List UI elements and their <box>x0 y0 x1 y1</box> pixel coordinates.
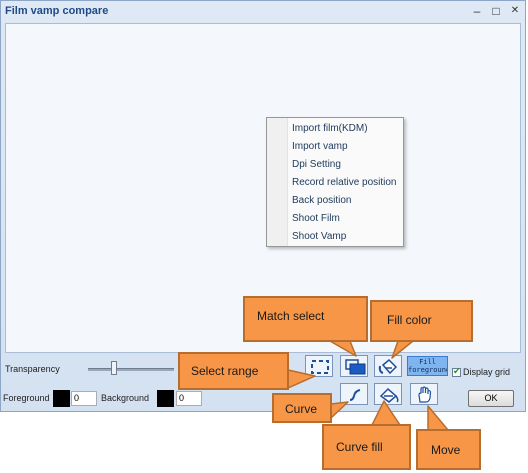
close-button[interactable]: ✕ <box>507 4 523 18</box>
select-range-callout: Select range <box>178 352 289 390</box>
overlapping-rectangles-icon <box>345 359 366 375</box>
curve-fill-callout-text: Curve fill <box>336 440 383 454</box>
context-menu-gutter <box>267 118 288 246</box>
foreground-value-field[interactable]: 0 <box>71 391 97 406</box>
checkmark-icon: ✔ <box>453 366 461 376</box>
match-select-callout-text: Match select <box>257 309 325 323</box>
match-select-button[interactable] <box>340 355 368 377</box>
menu-item-import-film[interactable]: Import film(KDM) <box>292 120 368 138</box>
curve-fill-icon <box>379 387 399 403</box>
fill-color-button[interactable] <box>374 355 402 377</box>
transparency-label: Transparency <box>5 364 60 374</box>
curve-callout-text: Curve <box>285 402 318 416</box>
foreground-label: Foreground <box>3 393 50 403</box>
dashed-rectangle-icon <box>311 360 329 374</box>
curve-fill-button[interactable] <box>374 383 402 405</box>
menu-item-dpi-setting[interactable]: Dpi Setting <box>292 156 341 174</box>
select-range-button[interactable] <box>305 355 333 377</box>
film-vamp-compare-window: Film vamp compare – □ ✕ Import film(KDM)… <box>0 0 526 412</box>
hand-icon <box>418 386 432 403</box>
transparency-slider-track[interactable] <box>88 368 174 371</box>
context-menu: Import film(KDM) Import vamp Dpi Setting… <box>266 117 404 247</box>
curve-callout: Curve <box>272 393 332 423</box>
fill-foreground-button[interactable]: Fill foreground <box>407 356 448 376</box>
fill-color-callout-text: Fill color <box>387 313 432 327</box>
maximize-button[interactable]: □ <box>488 4 504 18</box>
paint-bucket-icon <box>378 358 398 375</box>
background-color-swatch[interactable] <box>157 390 174 407</box>
minimize-button[interactable]: – <box>469 4 485 18</box>
match-select-callout: Match select <box>243 296 368 342</box>
display-grid-label: Display grid <box>463 367 511 377</box>
menu-item-record-relative-position[interactable]: Record relative position <box>292 174 397 192</box>
ok-button[interactable]: OK <box>468 390 514 407</box>
display-grid-checkbox[interactable]: ✔ <box>452 366 461 377</box>
curve-icon <box>349 389 361 401</box>
title-bar: Film vamp compare – □ ✕ <box>1 1 525 23</box>
curve-button[interactable] <box>340 383 368 405</box>
move-callout: Move <box>416 429 481 470</box>
menu-item-back-position[interactable]: Back position <box>292 192 351 210</box>
window-title: Film vamp compare <box>5 5 109 17</box>
menu-item-import-vamp[interactable]: Import vamp <box>292 138 348 156</box>
background-label: Background <box>101 393 150 403</box>
move-button[interactable] <box>410 383 438 405</box>
menu-item-shoot-film[interactable]: Shoot Film <box>292 210 340 228</box>
move-callout-text: Move <box>431 443 461 457</box>
transparency-slider-thumb[interactable] <box>111 361 118 375</box>
curve-fill-callout: Curve fill <box>322 424 411 470</box>
fill-color-callout: Fill color <box>370 300 473 342</box>
background-value-field[interactable]: 0 <box>176 391 202 406</box>
menu-item-shoot-vamp[interactable]: Shoot Vamp <box>292 228 346 246</box>
select-range-callout-text: Select range <box>191 364 259 378</box>
foreground-color-swatch[interactable] <box>53 390 70 407</box>
